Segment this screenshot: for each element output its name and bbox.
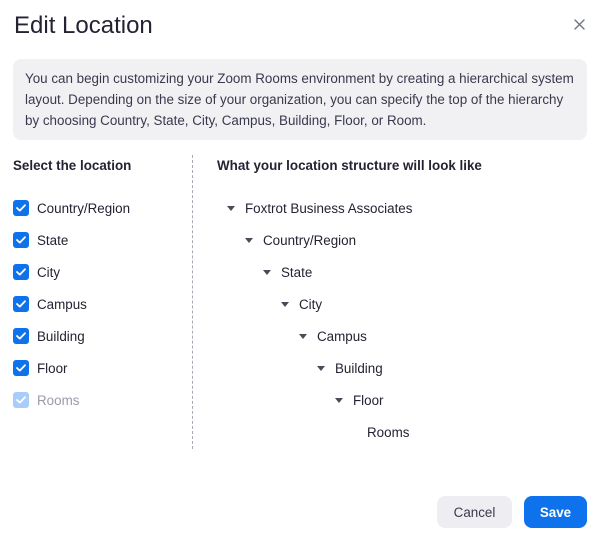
tree-node-label: Floor xyxy=(353,392,384,408)
tree-node-campus: Campus xyxy=(299,326,367,346)
checkbox-country-region[interactable]: Country/Region xyxy=(13,198,130,218)
cancel-button[interactable]: Cancel xyxy=(437,496,512,528)
caret-down-icon[interactable] xyxy=(227,205,235,211)
checkbox-checked-icon xyxy=(13,328,29,344)
checkbox-label: City xyxy=(37,264,61,280)
edit-location-dialog: Edit Location You can begin customizing … xyxy=(0,0,608,537)
tree-node-organization: Foxtrot Business Associates xyxy=(227,198,412,218)
dialog-title: Edit Location xyxy=(14,12,153,39)
checkbox-checked-icon xyxy=(13,360,29,376)
checkbox-checked-icon xyxy=(13,264,29,280)
save-button[interactable]: Save xyxy=(524,496,587,528)
tree-node-city: City xyxy=(281,294,322,314)
column-divider xyxy=(192,155,193,449)
checkbox-floor[interactable]: Floor xyxy=(13,358,68,378)
checkbox-city[interactable]: City xyxy=(13,262,60,282)
tree-node-label: Campus xyxy=(317,328,367,344)
tree-node-rooms: Rooms xyxy=(367,422,409,442)
caret-down-icon[interactable] xyxy=(335,397,343,403)
tree-node-label: Foxtrot Business Associates xyxy=(245,200,413,216)
tree-node-building: Building xyxy=(317,358,383,378)
checkbox-checked-disabled-icon xyxy=(13,392,29,408)
tree-node-label: Rooms xyxy=(367,424,410,440)
tree-node-state: State xyxy=(263,262,312,282)
tree-node-label: Building xyxy=(335,360,383,376)
tree-node-label: Country/Region xyxy=(263,232,357,248)
tree-node-floor: Floor xyxy=(335,390,384,410)
checkbox-label: Floor xyxy=(37,360,68,376)
close-icon xyxy=(573,18,585,30)
checkbox-rooms: Rooms xyxy=(13,390,79,410)
checkbox-checked-icon xyxy=(13,232,29,248)
checkbox-state[interactable]: State xyxy=(13,230,68,250)
select-location-heading: Select the location xyxy=(13,158,132,173)
structure-preview-heading: What your location structure will look l… xyxy=(217,158,482,173)
caret-down-icon[interactable] xyxy=(317,365,325,371)
checkbox-label: Campus xyxy=(37,296,87,312)
info-box: You can begin customizing your Zoom Room… xyxy=(13,59,587,140)
checkbox-campus[interactable]: Campus xyxy=(13,294,87,314)
tree-node-country-region: Country/Region xyxy=(245,230,356,250)
caret-down-icon[interactable] xyxy=(245,237,253,243)
close-button[interactable] xyxy=(569,14,589,34)
checkbox-label: Rooms xyxy=(37,392,80,408)
tree-node-label: City xyxy=(299,296,323,312)
caret-down-icon[interactable] xyxy=(263,269,271,275)
caret-down-icon[interactable] xyxy=(281,301,289,307)
checkbox-checked-icon xyxy=(13,200,29,216)
checkbox-label: State xyxy=(37,232,69,248)
tree-node-label: State xyxy=(281,264,313,280)
info-text: You can begin customizing your Zoom Room… xyxy=(25,71,574,128)
checkbox-label: Country/Region xyxy=(37,200,131,216)
checkbox-checked-icon xyxy=(13,296,29,312)
checkbox-building[interactable]: Building xyxy=(13,326,85,346)
caret-down-icon[interactable] xyxy=(299,333,307,339)
checkbox-label: Building xyxy=(37,328,85,344)
